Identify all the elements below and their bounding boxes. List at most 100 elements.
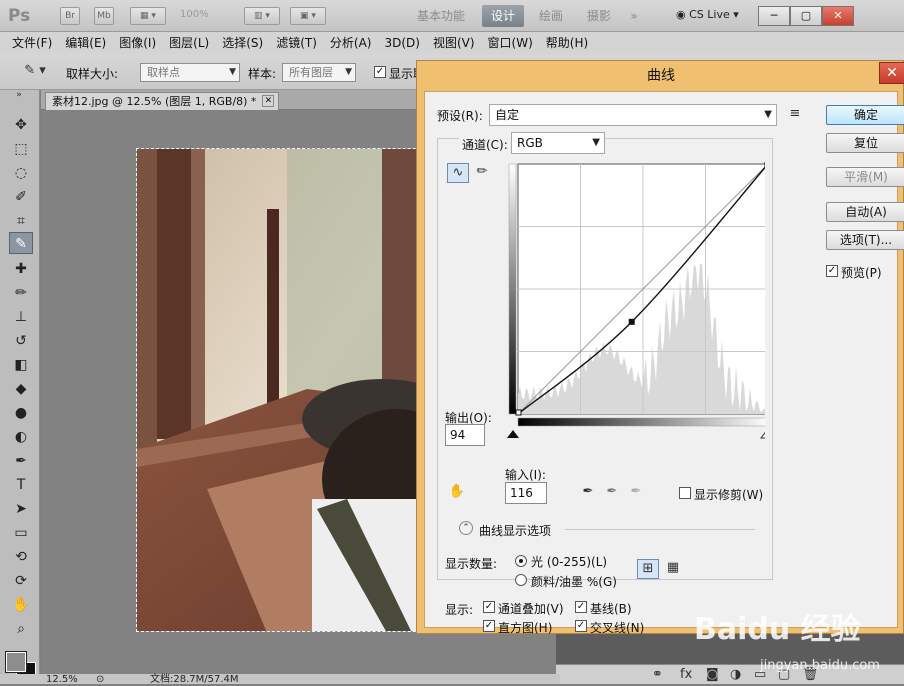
bridge-button[interactable]: Br: [60, 7, 80, 25]
output-gradient-bar: [508, 163, 517, 415]
zoom-tool-icon[interactable]: ⌕: [9, 618, 33, 640]
sample-size-select[interactable]: 取样点 ▼: [140, 63, 240, 82]
histogram-checkbox[interactable]: ✓: [483, 620, 495, 632]
target-adjustment-icon[interactable]: ✋: [447, 484, 467, 499]
screen-mode-button[interactable]: ▣ ▾: [290, 7, 326, 25]
expand-options-icon[interactable]: ⌃: [459, 521, 473, 535]
close-window-button[interactable]: ✕: [822, 6, 854, 26]
gray-eyedropper-icon[interactable]: ✒: [603, 484, 621, 499]
minimize-button[interactable]: ─: [758, 6, 790, 26]
pencil-tool-icon[interactable]: ✏: [473, 164, 491, 179]
channel-select[interactable]: RGB ▼: [511, 132, 605, 154]
move-tool-icon[interactable]: ✥: [9, 114, 33, 136]
workspace-design[interactable]: 设计: [482, 5, 524, 27]
fx-icon[interactable]: fx: [680, 667, 692, 682]
hand-tool-icon[interactable]: ✋: [9, 594, 33, 616]
foreground-color-swatch[interactable]: [5, 651, 27, 673]
paint-bucket-tool-icon[interactable]: ◆: [9, 378, 33, 400]
auto-button[interactable]: 自动(A): [826, 202, 904, 222]
curve-display-options-label[interactable]: 曲线显示选项: [479, 522, 551, 539]
curve-edit-tool-icon[interactable]: ∿: [447, 163, 469, 183]
mini-bridge-button[interactable]: Mb: [94, 7, 114, 25]
close-icon[interactable]: ✕: [262, 95, 275, 107]
type-tool-icon[interactable]: T: [9, 474, 33, 496]
cs-live-menu[interactable]: ◉ CS Live ▾: [676, 8, 739, 21]
3d-orbit-tool-icon[interactable]: ⟳: [9, 570, 33, 592]
lasso-tool-icon[interactable]: ◌: [9, 162, 33, 184]
simple-grid-icon[interactable]: ⊞: [637, 559, 659, 579]
menu-view[interactable]: 视图(V): [433, 32, 475, 54]
eraser-tool-icon[interactable]: ◧: [9, 354, 33, 376]
workspace-painting[interactable]: 绘画: [530, 5, 572, 27]
blur-tool-icon[interactable]: ●: [9, 402, 33, 424]
adjustment-icon[interactable]: ◑: [730, 667, 741, 682]
channel-label: 通道(C):: [459, 136, 511, 153]
menu-edit[interactable]: 编辑(E): [65, 32, 106, 54]
status-doc-info: 文档:28.7M/57.4M: [150, 674, 239, 685]
smooth-button[interactable]: 平滑(M): [826, 167, 904, 187]
preview-checkbox[interactable]: ✓: [826, 265, 838, 277]
menu-image[interactable]: 图像(I): [119, 32, 156, 54]
black-input-slider[interactable]: [507, 430, 519, 438]
input-field[interactable]: 116: [505, 482, 547, 504]
view-extras-button[interactable]: ▦ ▾: [130, 7, 166, 25]
menu-analysis[interactable]: 分析(A): [330, 32, 372, 54]
restore-button[interactable]: ▢: [790, 6, 822, 26]
quick-select-tool-icon[interactable]: ✐: [9, 186, 33, 208]
clone-stamp-tool-icon[interactable]: ⊥: [9, 306, 33, 328]
menu-layer[interactable]: 图层(L): [169, 32, 209, 54]
curve-control-point[interactable]: [628, 318, 635, 325]
eyedropper-tool-icon[interactable]: ✎: [9, 232, 33, 254]
mask-icon[interactable]: ◙: [706, 667, 719, 682]
menu-filter[interactable]: 滤镜(T): [276, 32, 317, 54]
dialog-close-button[interactable]: ✕: [879, 62, 904, 84]
canvas-photo[interactable]: [136, 148, 461, 632]
crop-tool-icon[interactable]: ⌗: [9, 210, 33, 232]
menu-help[interactable]: 帮助(H): [546, 32, 588, 54]
white-input-slider[interactable]: [760, 430, 765, 439]
marquee-tool-icon[interactable]: ⬚: [9, 138, 33, 160]
light-radio[interactable]: [515, 555, 527, 567]
pen-tool-icon[interactable]: ✒: [9, 450, 33, 472]
history-brush-tool-icon[interactable]: ↺: [9, 330, 33, 352]
output-field[interactable]: 94: [445, 424, 485, 446]
workspace-photography[interactable]: 摄影: [578, 5, 620, 27]
menu-window[interactable]: 窗口(W): [488, 32, 533, 54]
preset-options-icon[interactable]: ≡: [787, 106, 803, 121]
menu-3d[interactable]: 3D(D): [384, 32, 419, 54]
show-clipping-checkbox[interactable]: [679, 487, 691, 499]
3d-rotate-tool-icon[interactable]: ⟲: [9, 546, 33, 568]
status-zoom[interactable]: 12.5%: [46, 674, 78, 686]
workspace-essentials[interactable]: 基本功能: [406, 5, 476, 27]
channel-overlays-checkbox[interactable]: ✓: [483, 601, 495, 613]
pigment-radio[interactable]: [515, 574, 527, 586]
options-button[interactable]: 选项(T)...: [826, 230, 904, 250]
path-selection-tool-icon[interactable]: ➤: [9, 498, 33, 520]
status-info-icon[interactable]: ⊙: [96, 674, 104, 686]
detailed-grid-icon[interactable]: ▦: [663, 559, 683, 579]
ok-button[interactable]: 确定: [826, 105, 904, 125]
menu-file[interactable]: 文件(F): [12, 32, 52, 54]
arrange-documents-button[interactable]: ▥ ▾: [244, 7, 280, 25]
preset-select[interactable]: 自定 ▼: [489, 104, 777, 126]
healing-brush-tool-icon[interactable]: ✚: [9, 258, 33, 280]
baseline-checkbox[interactable]: ✓: [575, 601, 587, 613]
sample-select[interactable]: 所有图层 ▼: [282, 63, 356, 82]
link-icon[interactable]: ⚭: [652, 667, 663, 682]
intersection-line-checkbox[interactable]: ✓: [575, 620, 587, 632]
reset-button[interactable]: 复位: [826, 133, 904, 153]
shape-tool-icon[interactable]: ▭: [9, 522, 33, 544]
eyedropper-preset-icon[interactable]: ✎ ▾: [20, 63, 50, 78]
white-eyedropper-icon[interactable]: ✒: [627, 484, 645, 499]
show-ring-checkbox[interactable]: ✓: [374, 66, 386, 78]
brush-tool-icon[interactable]: ✏: [9, 282, 33, 304]
document-tab[interactable]: 素材12.jpg @ 12.5% (图层 1, RGB/8) * ✕: [45, 92, 280, 110]
collapse-panel-icon[interactable]: »: [4, 90, 34, 100]
black-point-handle[interactable]: [515, 409, 522, 416]
curve-graph[interactable]: [505, 162, 765, 452]
menu-select[interactable]: 选择(S): [222, 32, 263, 54]
zoom-level-display[interactable]: 100%: [180, 9, 209, 20]
dodge-tool-icon[interactable]: ◐: [9, 426, 33, 448]
workspace-more[interactable]: »: [624, 5, 644, 27]
black-eyedropper-icon[interactable]: ✒: [579, 484, 597, 499]
